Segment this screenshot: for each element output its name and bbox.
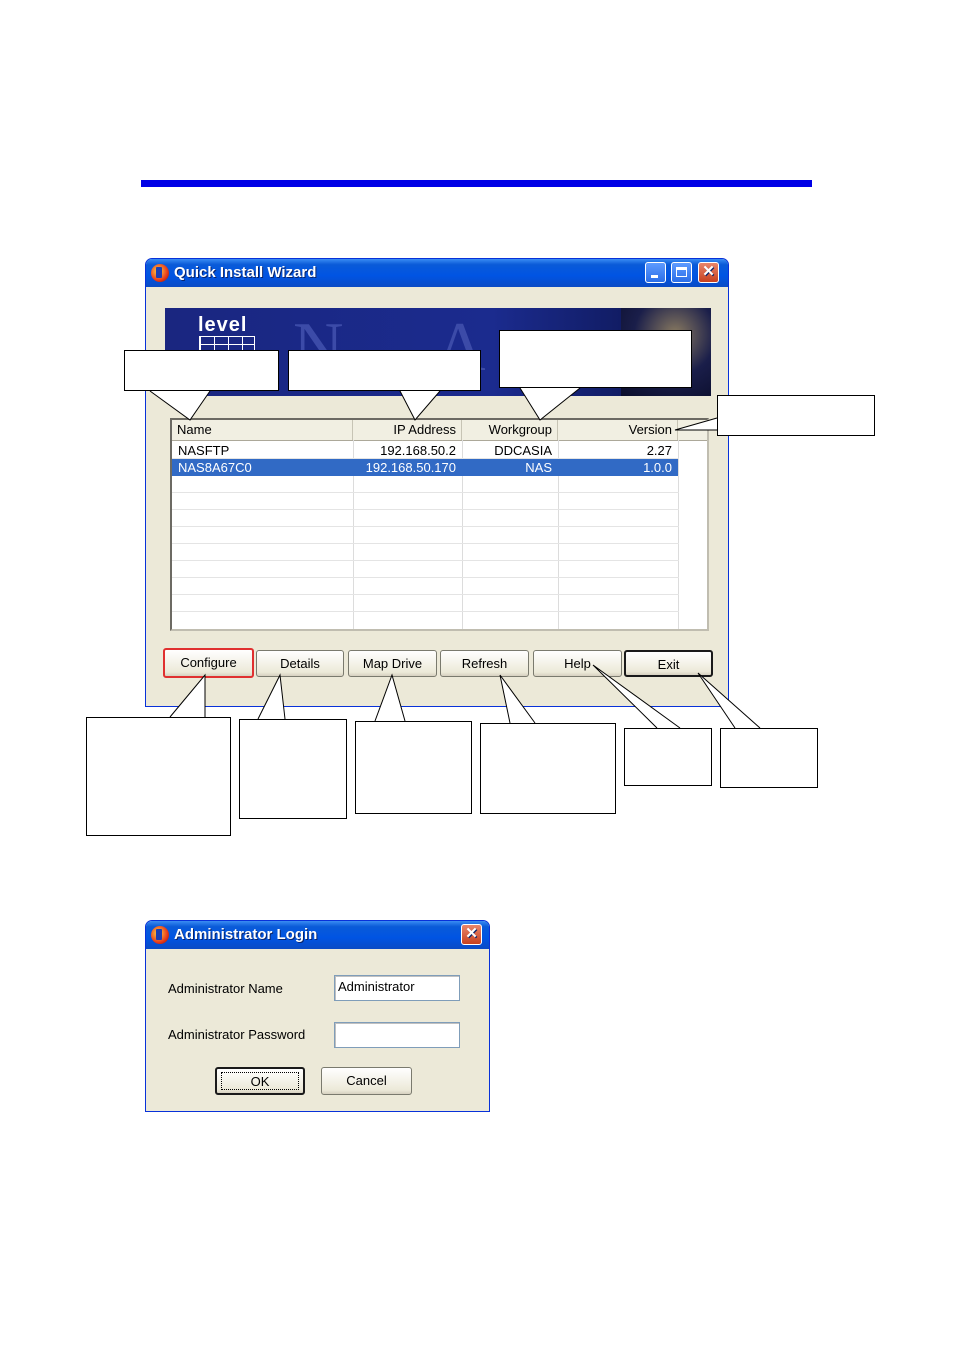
cancel-button[interactable]: Cancel [321, 1067, 412, 1095]
administrator-password-input[interactable] [334, 1022, 460, 1048]
close-icon: ✕ [465, 925, 478, 942]
callout-pointers [149, 387, 761, 729]
login-title: Administrator Login [174, 926, 318, 943]
ok-button[interactable]: OK [215, 1067, 305, 1095]
login-close-button[interactable]: ✕ [461, 924, 482, 945]
administrator-name-input[interactable]: Administrator [334, 975, 460, 1001]
administrator-password-label: Administrator Password [168, 1027, 306, 1042]
app-logo-icon [151, 926, 169, 944]
focus-ring [221, 1072, 299, 1090]
login-titlebar[interactable]: Administrator Login ✕ [146, 921, 489, 949]
administrator-name-label: Administrator Name [168, 981, 283, 996]
administrator-login-dialog: Administrator Login ✕ [145, 920, 490, 1112]
